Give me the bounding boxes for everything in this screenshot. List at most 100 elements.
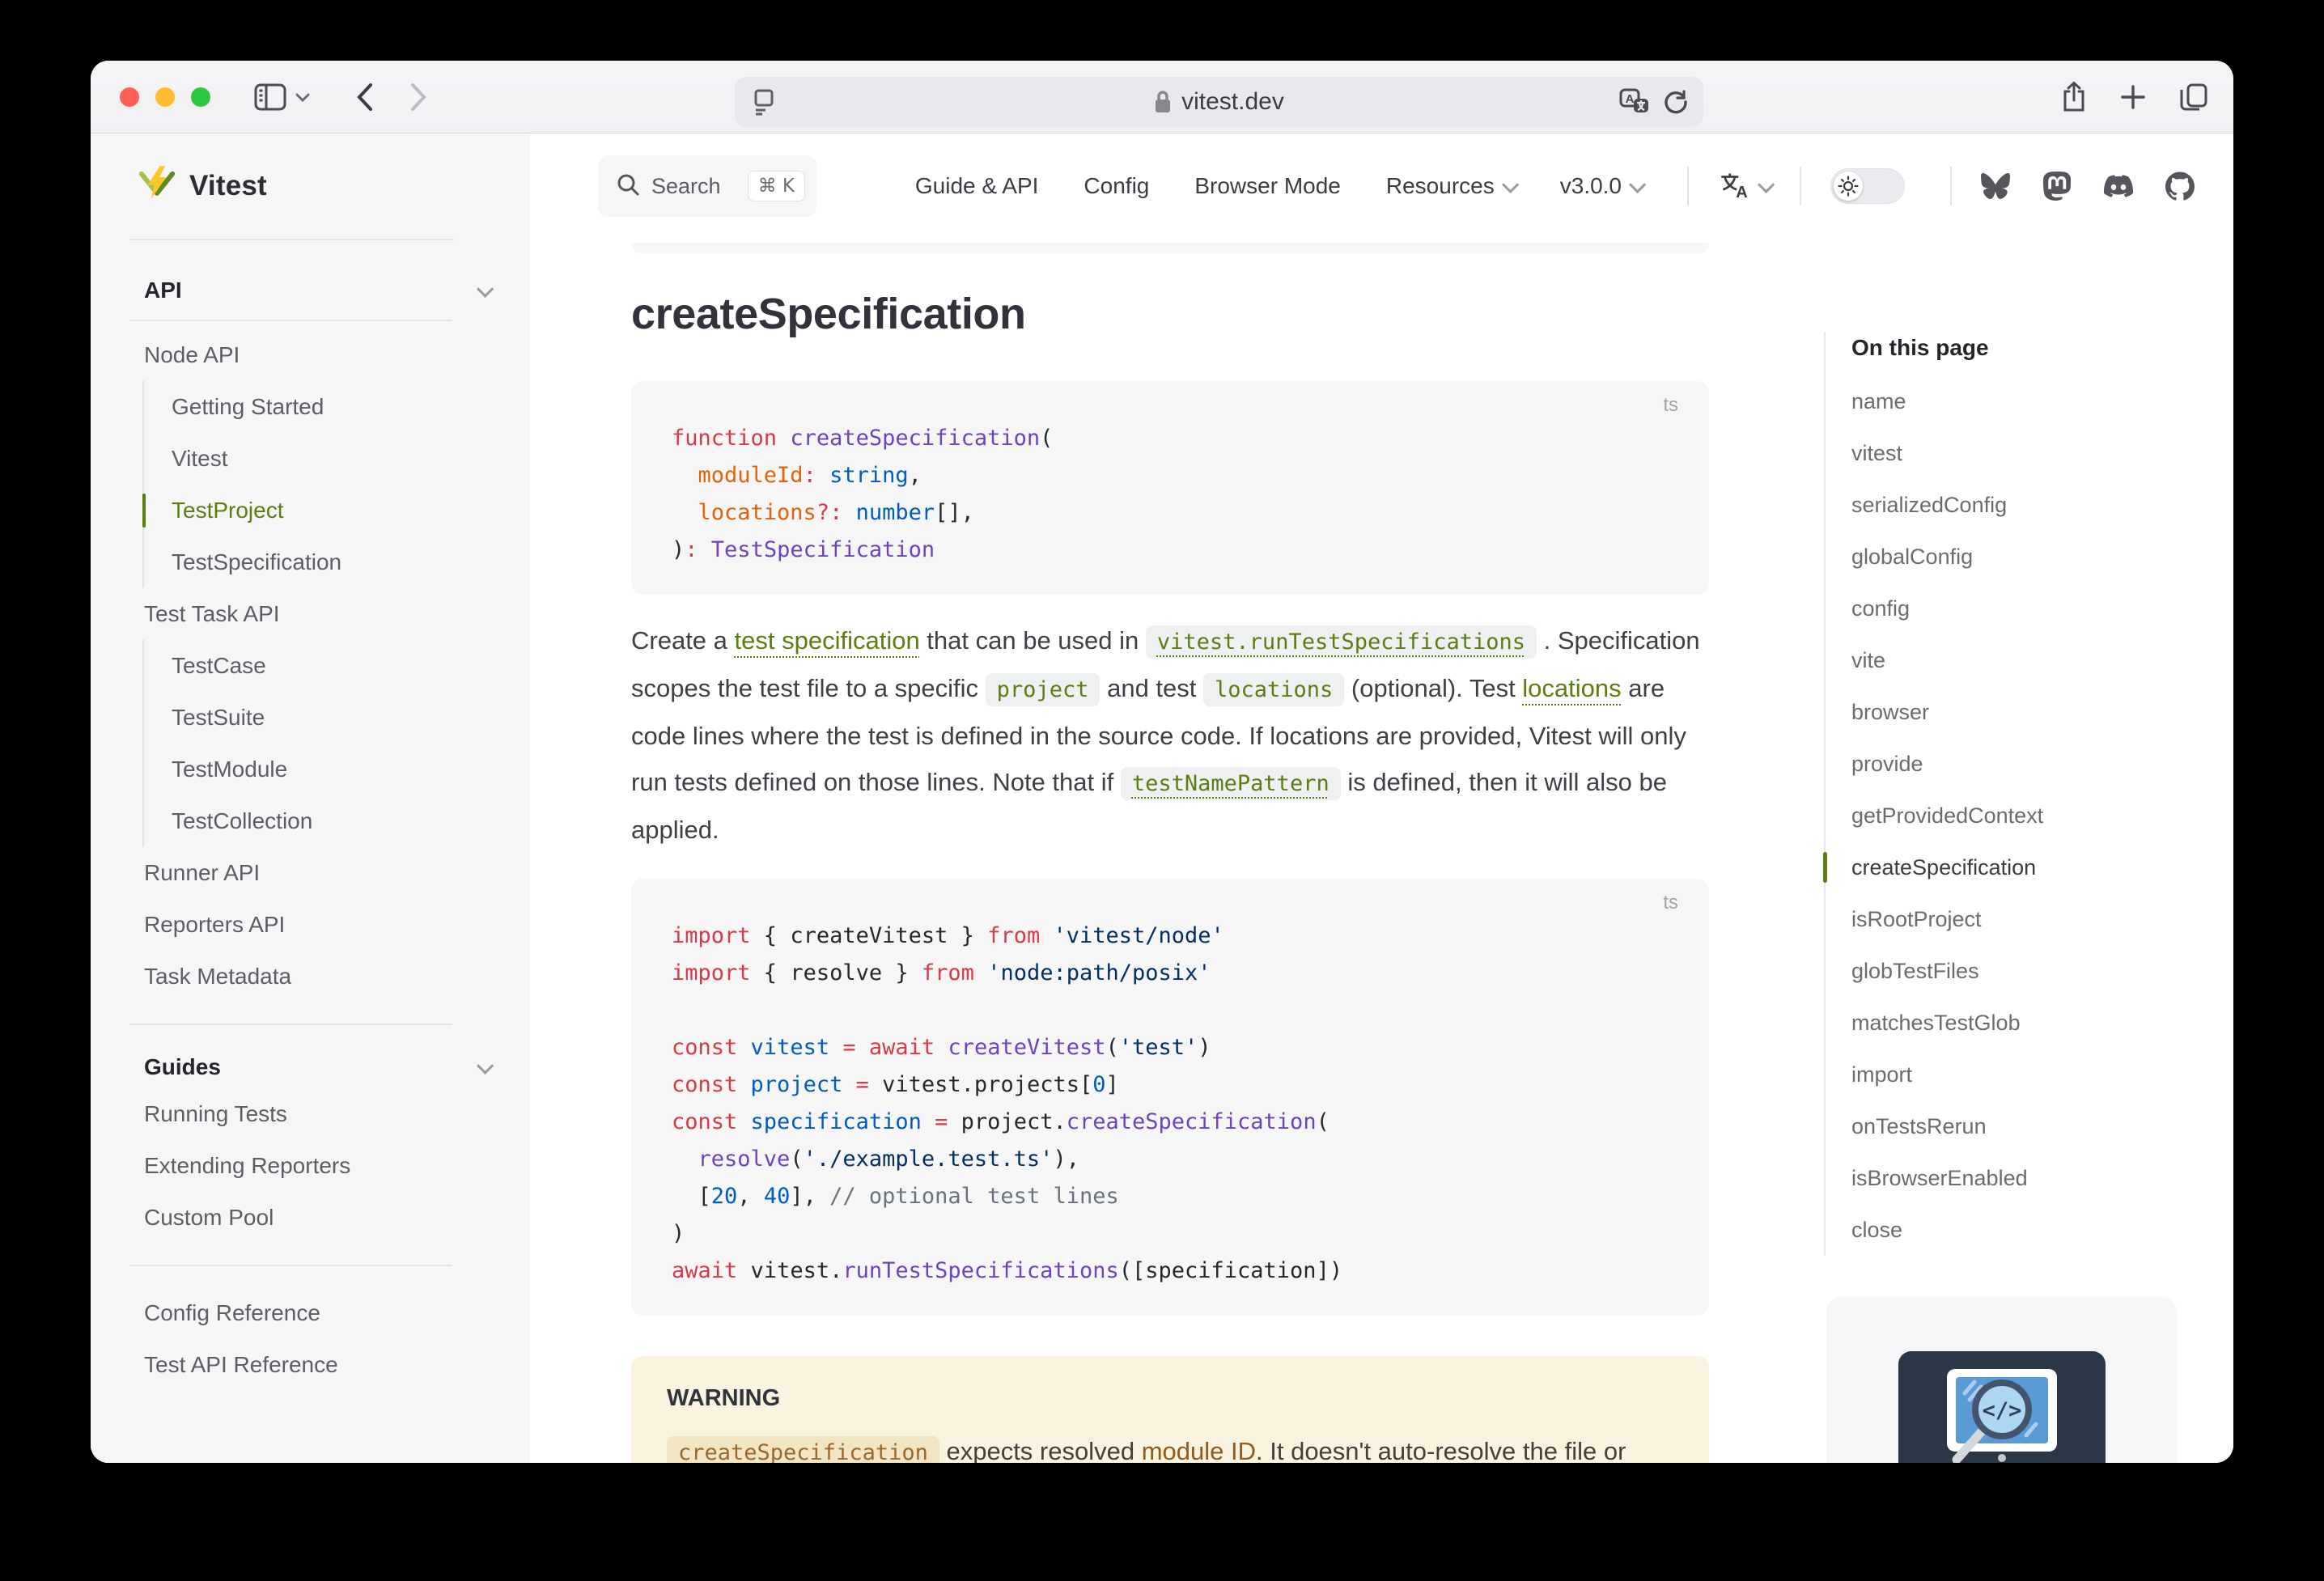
code-lang-badge: ts <box>1663 394 1678 417</box>
share-icon[interactable] <box>2060 81 2088 113</box>
sidebar-item-reporters-api[interactable]: Reporters API <box>144 899 490 951</box>
sidebar-menu-chevron-icon[interactable] <box>295 91 311 103</box>
new-tab-icon[interactable] <box>2119 83 2147 111</box>
sidebar-item-runner-api[interactable]: Runner API <box>144 847 490 899</box>
discord-icon[interactable] <box>2104 172 2133 201</box>
code-body: import { createVitest } from 'vitest/nod… <box>672 918 1669 1290</box>
code-block-signature[interactable]: ts function createSpecification( moduleI… <box>631 381 1709 595</box>
sidebar-item-testspecification[interactable]: TestSpecification <box>172 536 490 588</box>
tab-overview-icon[interactable] <box>2178 82 2209 112</box>
sidebar-item-getting-started[interactable]: Getting Started <box>172 381 490 433</box>
nav-item-resources[interactable]: Resources <box>1386 173 1515 199</box>
sidebar-item-vitest[interactable]: Vitest <box>172 433 490 485</box>
text: expects resolved <box>939 1437 1142 1463</box>
site-logo[interactable]: Vitest <box>91 134 530 239</box>
text: that can be used in <box>920 626 1146 655</box>
toc-item-name[interactable]: name <box>1851 375 2188 427</box>
sidebar-item-task-metadata[interactable]: Task Metadata <box>144 951 490 1002</box>
back-button[interactable] <box>356 83 374 112</box>
toc-item-createspecification[interactable]: createSpecification <box>1851 841 2188 893</box>
toc-item-provide[interactable]: provide <box>1851 738 2188 790</box>
sidebar-nav: API Node APIGetting StartedVitestTestProj… <box>91 240 530 1391</box>
toc-item-matchestestglob[interactable]: matchesTestGlob <box>1851 997 2188 1049</box>
chevron-down-icon <box>477 280 494 297</box>
doc-article: createSpecification ts function createSp… <box>631 239 1709 1463</box>
theme-toggle[interactable] <box>1830 168 1905 204</box>
toc-item-globtestfiles[interactable]: globTestFiles <box>1851 945 2188 997</box>
toc-active-marker <box>1823 852 1827 883</box>
sidebar-item-test-task-api[interactable]: Test Task API <box>144 588 490 640</box>
bluesky-icon[interactable] <box>1981 172 2010 201</box>
code-body: function createSpecification( moduleId: … <box>672 420 1669 569</box>
warning-callout: WARNING createSpecification expects reso… <box>631 1356 1709 1463</box>
sidebar-section-guides[interactable]: Guides <box>144 1046 490 1088</box>
toc-item-isbrowserenabled[interactable]: isBrowserEnabled <box>1851 1152 2188 1204</box>
top-nav: Guide & API Config Browser Mode Resources v3… <box>870 173 1642 199</box>
toc-item-getprovidedcontext[interactable]: getProvidedContext <box>1851 790 2188 841</box>
sidebar-item-testcollection[interactable]: TestCollection <box>172 795 490 847</box>
sidebar-section-api[interactable]: API <box>144 269 490 312</box>
toc-item-vitest[interactable]: vitest <box>1851 427 2188 479</box>
toc-item-config[interactable]: config <box>1851 583 2188 634</box>
toc-item-import[interactable]: import <box>1851 1049 2188 1100</box>
toc-item-isrootproject[interactable]: isRootProject <box>1851 893 2188 945</box>
code-link-vitest-runtestspecifications[interactable]: vitest.runTestSpecifications <box>1146 625 1537 659</box>
svg-text:</>: </> <box>1982 1398 2021 1423</box>
sidebar-divider <box>129 1024 452 1025</box>
sponsor-card[interactable]: </> <box>1826 1297 2177 1463</box>
social-links <box>1981 172 2195 201</box>
url-display: vitest.dev <box>735 88 1703 116</box>
url-text: vitest.dev <box>1181 88 1284 116</box>
browser-toolbar: vitest.dev A <box>91 61 2233 134</box>
language-menu[interactable]: A <box>1718 170 1771 203</box>
on-this-page: On this page namevitestserializedConfigg… <box>1824 332 2188 1256</box>
mastodon-icon[interactable] <box>2042 172 2072 201</box>
toc-list: namevitestserializedConfigglobalConfigco… <box>1851 375 2188 1256</box>
sidebar-item-testproject[interactable]: TestProject <box>172 485 490 536</box>
github-icon[interactable] <box>2165 172 2195 201</box>
nav-item-browser-mode[interactable]: Browser Mode <box>1194 173 1341 199</box>
previous-code-block-edge <box>631 243 1709 253</box>
sidebar-item-node-api[interactable]: Node API <box>144 329 490 381</box>
toc-item-browser[interactable]: browser <box>1851 686 2188 738</box>
doc-content[interactable]: createSpecification ts function createSp… <box>530 239 2233 1463</box>
text: and test <box>1100 674 1203 702</box>
toc-item-vite[interactable]: vite <box>1851 634 2188 686</box>
sidebar-item-testmodule[interactable]: TestModule <box>172 744 490 795</box>
address-bar[interactable]: vitest.dev A <box>735 77 1703 127</box>
nav-item-config[interactable]: Config <box>1084 173 1149 199</box>
sidebar-item-testsuite[interactable]: TestSuite <box>172 692 490 744</box>
search-button[interactable]: Search ⌘ K <box>598 155 816 217</box>
sidebar-item-testcase[interactable]: TestCase <box>172 640 490 692</box>
lock-icon <box>1154 90 1172 114</box>
toc-item-ontestsrerun[interactable]: onTestsRerun <box>1851 1100 2188 1152</box>
minimize-window-button[interactable] <box>155 87 175 107</box>
search-shortcut: ⌘ K <box>748 171 805 201</box>
toc-item-close[interactable]: close <box>1851 1204 2188 1256</box>
code-link-testnamepattern[interactable]: testNamePattern <box>1121 767 1341 800</box>
sidebar-item-running-tests[interactable]: Running Tests <box>144 1088 490 1140</box>
nav-item-guide-api[interactable]: Guide & API <box>915 173 1039 199</box>
chevron-down-icon <box>1502 176 1519 193</box>
sidebar-item-test-api-reference[interactable]: Test API Reference <box>144 1339 490 1391</box>
svg-text:A: A <box>1736 183 1747 198</box>
text: Create a <box>631 626 735 655</box>
doc-link-module-id[interactable]: module ID <box>1142 1437 1256 1463</box>
nav-item-v3-0-0[interactable]: v3.0.0 <box>1560 173 1642 199</box>
toc-item-serializedconfig[interactable]: serializedConfig <box>1851 479 2188 531</box>
zoom-window-button[interactable] <box>191 87 210 107</box>
sun-icon <box>1834 172 1863 201</box>
sidebar-toggle-icon[interactable] <box>254 83 286 111</box>
inline-code: locations <box>1203 673 1344 706</box>
forward-button[interactable] <box>409 83 427 112</box>
doc-link-test-specification[interactable]: test specification <box>735 626 920 655</box>
sidebar-item-extending-reporters[interactable]: Extending Reporters <box>144 1140 490 1192</box>
doc-link-locations[interactable]: locations <box>1522 674 1621 702</box>
search-label: Search <box>651 174 736 199</box>
code-block-example[interactable]: ts import { createVitest } from 'vitest/… <box>631 879 1709 1316</box>
sidebar-item-config-reference[interactable]: Config Reference <box>144 1287 490 1339</box>
close-window-button[interactable] <box>120 87 139 107</box>
toc-item-globalconfig[interactable]: globalConfig <box>1851 531 2188 583</box>
chevron-down-icon <box>1758 176 1775 193</box>
sidebar-item-custom-pool[interactable]: Custom Pool <box>144 1192 490 1244</box>
